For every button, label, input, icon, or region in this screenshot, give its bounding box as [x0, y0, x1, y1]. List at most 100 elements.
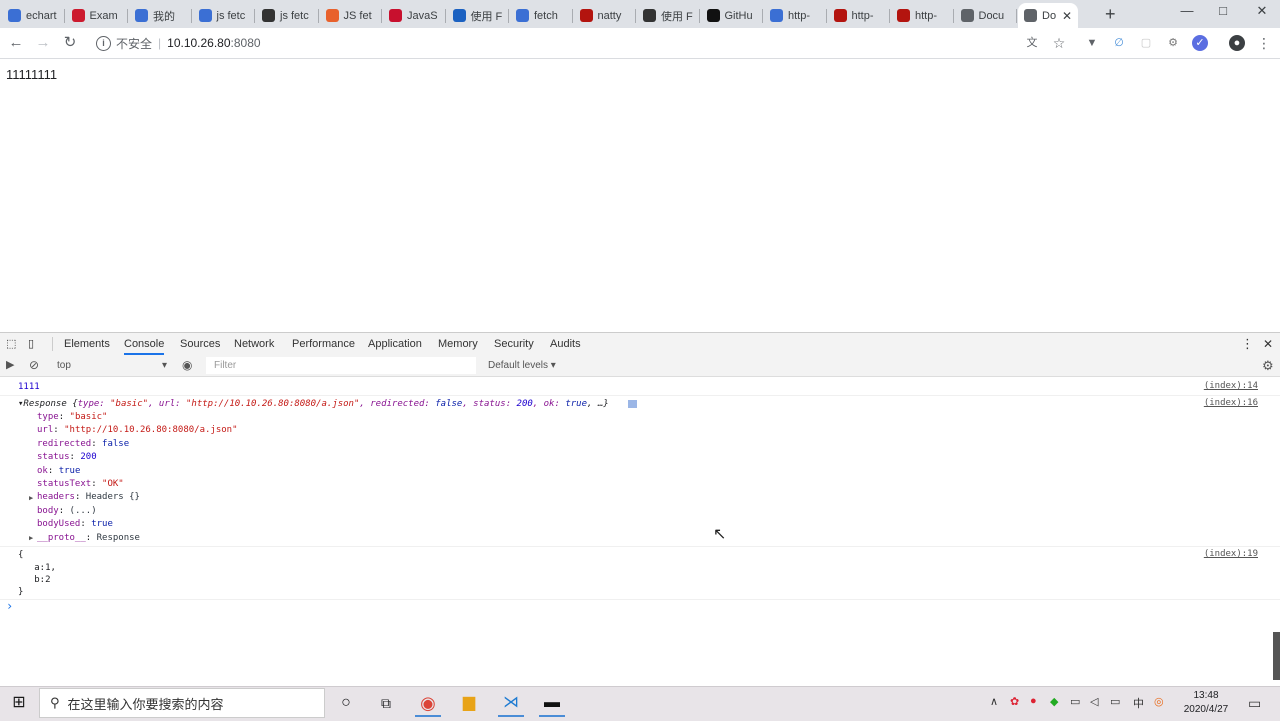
chrome-icon[interactable]: ◉ — [415, 691, 441, 717]
browser-tab[interactable]: echart — [2, 3, 65, 28]
tray-volume-icon[interactable]: ◁ — [1090, 695, 1098, 708]
response-property: __proto__: Response — [37, 532, 140, 544]
vscode-icon[interactable]: ⋊ — [498, 691, 524, 717]
console-output: 1111 (index):14 ▾Response {type: "basic"… — [0, 377, 1280, 629]
expand-headers-icon[interactable]: ▶ — [29, 492, 33, 504]
browser-tab[interactable]: fetch — [510, 3, 573, 28]
device-toolbar-icon[interactable]: ▯ — [28, 333, 34, 355]
reload-icon[interactable]: ↻ — [60, 33, 80, 53]
response-summary[interactable]: ▾Response {type: "basic", url: "http://1… — [18, 398, 609, 410]
response-property: headers: Headers {} — [37, 491, 140, 503]
scroll-handle[interactable] — [1273, 632, 1280, 680]
context-selector[interactable]: top ▾ — [57, 355, 167, 376]
tab-network[interactable]: Network — [234, 333, 274, 355]
file-explorer-icon[interactable]: ▆ — [456, 691, 482, 715]
tab-application[interactable]: Application — [368, 333, 422, 355]
sidebar-toggle-icon[interactable]: ▶ — [6, 355, 14, 376]
source-link[interactable]: (index):19 — [1204, 549, 1258, 559]
inspect-element-icon[interactable]: ⬚ — [6, 333, 16, 355]
console-log-1111: 1111 — [18, 382, 40, 392]
browser-tab[interactable]: 使用 F — [637, 3, 700, 28]
menu-kebab-icon[interactable]: ⋮ — [1256, 35, 1272, 51]
back-icon[interactable]: ← — [6, 33, 26, 53]
console-filter-input[interactable]: Filter — [206, 357, 476, 374]
tab-security[interactable]: Security — [494, 333, 534, 355]
console-prompt[interactable]: › — [6, 600, 13, 612]
browser-tab[interactable]: natty — [574, 3, 636, 28]
tray-wechat-icon[interactable]: ◆ — [1050, 695, 1058, 708]
expand-proto-icon[interactable]: ▶ — [29, 532, 33, 544]
translate-icon[interactable]: 文 — [1024, 35, 1040, 51]
bookmark-star-icon[interactable]: ☆ — [1051, 35, 1067, 51]
object-line: } — [18, 587, 24, 597]
cortana-circle-icon[interactable]: ○ — [333, 691, 359, 715]
browser-tab[interactable]: 使用 F — [447, 3, 509, 28]
terminal-icon[interactable]: ▬ — [539, 691, 565, 717]
tab-separator — [381, 9, 382, 23]
tab-sources[interactable]: Sources — [180, 333, 220, 355]
info-icon[interactable]: i — [96, 35, 111, 51]
source-link[interactable]: (index):14 — [1204, 381, 1258, 391]
tray-app-icon[interactable]: ✿ — [1010, 695, 1019, 708]
browser-tab[interactable]: GitHu — [701, 3, 763, 28]
profile-avatar-icon[interactable]: ● — [1229, 35, 1245, 51]
tab-elements[interactable]: Elements — [64, 333, 110, 355]
info-badge-icon[interactable] — [628, 400, 637, 408]
clear-console-icon[interactable]: ⊘ — [29, 355, 39, 376]
tab-memory[interactable]: Memory — [438, 333, 478, 355]
minimize-button[interactable]: — — [1170, 3, 1204, 23]
property-value: "OK" — [102, 479, 124, 489]
tray-network-icon[interactable]: ▭ — [1110, 695, 1120, 708]
clock-time: 13:48 — [1193, 690, 1219, 701]
browser-tab[interactable]: js fetc — [193, 3, 255, 28]
close-window-button[interactable]: ✕ — [1245, 3, 1279, 23]
tab-title: http- — [788, 9, 811, 22]
live-expression-eye-icon[interactable]: ◉ — [182, 355, 192, 376]
browser-tab[interactable]: Docu — [955, 3, 1017, 28]
browser-tab[interactable]: 我的 — [129, 3, 192, 28]
browser-tab[interactable]: http- — [891, 3, 954, 28]
taskbar-search-box[interactable]: ⚲ 在这里输入你要搜索的内容 — [39, 688, 325, 718]
response-property: type: "basic" — [37, 411, 107, 423]
browser-tab[interactable]: Exam — [66, 3, 128, 28]
task-view-icon[interactable]: ⧉ — [373, 691, 399, 715]
devtools-close-icon[interactable]: ✕ — [1263, 333, 1273, 355]
chevron-down-icon: ▾ — [161, 360, 167, 371]
browser-tab[interactable]: JavaS — [383, 3, 446, 28]
tray-ime-icon[interactable]: 中 — [1133, 695, 1144, 711]
browser-tab[interactable]: JS fet — [320, 3, 382, 28]
extension-leaf-icon[interactable]: ∅ — [1111, 35, 1127, 51]
source-link[interactable]: (index):16 — [1204, 398, 1258, 408]
tray-qq-icon[interactable]: ● — [1030, 695, 1037, 707]
console-settings-gear-icon[interactable]: ⚙ — [1262, 355, 1274, 376]
browser-tab[interactable]: http- — [828, 3, 890, 28]
tray-app2-icon[interactable]: ◎ — [1154, 695, 1164, 708]
tab-console[interactable]: Console — [124, 333, 165, 355]
tab-separator — [698, 9, 700, 23]
extension-check-icon[interactable]: ✓ — [1192, 35, 1208, 51]
property-colon: : — [91, 438, 103, 449]
devtools-menu-icon[interactable]: ⋮ — [1241, 333, 1254, 355]
extension-square-icon[interactable]: ▢ — [1138, 35, 1154, 51]
browser-tab[interactable]: http- — [764, 3, 827, 28]
windows-start-icon[interactable]: ⊞ — [6, 691, 32, 715]
tray-expand-icon[interactable]: ∧ — [990, 695, 998, 708]
browser-tab[interactable]: js fetc — [256, 3, 319, 28]
notification-center-icon[interactable]: ▭ — [1248, 695, 1261, 712]
tab-performance[interactable]: Performance — [292, 333, 355, 355]
log-levels-dropdown[interactable]: Default levels ▾ — [488, 355, 556, 376]
taskbar-clock[interactable]: 13:48 2020/4/27 — [1178, 689, 1234, 717]
address-bar[interactable]: i 不安全 | 10.10.26.80 :8080 — [88, 32, 1088, 54]
close-tab-icon[interactable]: ✕ — [1062, 9, 1072, 23]
forward-icon[interactable]: → — [33, 33, 53, 53]
new-tab-button[interactable]: + — [1105, 4, 1116, 25]
tab-audits[interactable]: Audits — [550, 333, 581, 355]
extension-gear-icon[interactable]: ⚙ — [1165, 35, 1181, 51]
maximize-button[interactable]: □ — [1206, 3, 1240, 23]
browser-tab[interactable]: Do ✕ — [1018, 3, 1078, 28]
row-divider — [0, 546, 1280, 547]
url-host: 10.10.26.80 — [167, 36, 231, 50]
insecure-label: 不安全 — [116, 36, 153, 51]
tray-battery-icon[interactable]: ▭ — [1070, 695, 1080, 708]
vue-devtools-icon[interactable]: ▼ — [1084, 35, 1100, 51]
